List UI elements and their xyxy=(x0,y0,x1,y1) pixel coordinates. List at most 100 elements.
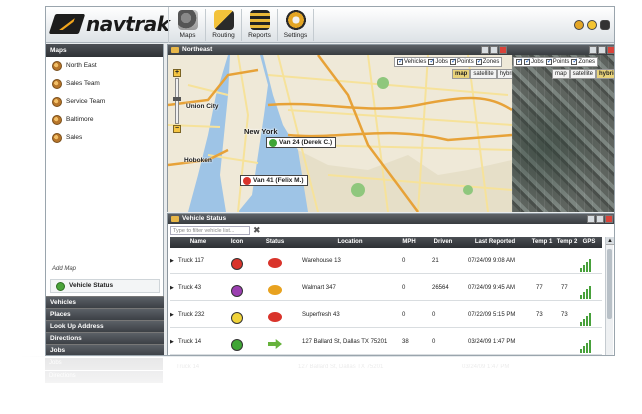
routing-icon xyxy=(213,10,234,30)
map-type-satellite[interactable]: satellite xyxy=(470,69,497,79)
zoom-in-button[interactable]: + xyxy=(173,69,181,77)
table-row[interactable]: ▶ Truck 232 Superfresh 43 0 0 07/22/09 5:15 P… xyxy=(170,302,602,328)
column-mph[interactable]: MPH xyxy=(396,239,422,245)
clear-filter-icon[interactable]: ✖ xyxy=(253,225,261,236)
temp1-cell: 73 xyxy=(536,312,543,318)
sidebar-section-directions[interactable]: Directions xyxy=(46,332,164,344)
gps-bar xyxy=(580,349,582,353)
minimize-icon[interactable] xyxy=(587,215,595,223)
sidebar-header[interactable]: Maps xyxy=(46,44,163,57)
expand-arrow-icon[interactable]: ▶ xyxy=(170,258,174,264)
minimize-icon[interactable] xyxy=(589,46,597,54)
sidebar: Maps North East Sales Team Service Team … xyxy=(46,44,164,355)
map-item-label: North East xyxy=(66,62,97,69)
sat-type-map[interactable]: map xyxy=(552,69,570,79)
help-icon[interactable] xyxy=(587,20,597,30)
gps-signal-icon xyxy=(580,339,592,353)
sat-toggle-zones[interactable]: Zones xyxy=(571,57,595,65)
toggle-jobs[interactable]: Jobs xyxy=(428,57,448,65)
vehicle-status-view-item[interactable]: Vehicle Status xyxy=(50,279,160,293)
maximize-icon[interactable] xyxy=(490,46,498,54)
close-icon[interactable] xyxy=(605,215,613,223)
vehicle-name-cell[interactable]: Truck 232 xyxy=(178,312,204,318)
vehicle-name-cell[interactable]: Truck 14 xyxy=(178,339,201,345)
column-icon[interactable]: Icon xyxy=(222,239,252,245)
close-icon[interactable] xyxy=(499,46,507,54)
table-row[interactable]: ▶ Truck 43 Walmart 347 0 26564 07/24/09 9:45 … xyxy=(170,275,602,301)
nav-reports-label: Reports xyxy=(248,32,271,39)
sidebar-section-places[interactable]: Places xyxy=(46,308,164,320)
folder-icon xyxy=(171,216,179,222)
maximize-icon[interactable] xyxy=(596,215,604,223)
column-gps[interactable]: GPS xyxy=(580,239,598,245)
expand-arrow-icon[interactable]: ▶ xyxy=(170,285,174,291)
toggle-vehicles[interactable]: Vehicles xyxy=(397,57,426,65)
vehicle-grid-scrollbar[interactable]: ▲ xyxy=(605,237,614,355)
last-reported-cell: 07/22/09 5:15 PM xyxy=(468,312,516,318)
user-icon[interactable] xyxy=(600,20,610,30)
temp2-cell: 77 xyxy=(561,285,568,291)
scroll-thumb[interactable] xyxy=(607,249,612,319)
nav-maps-label: Maps xyxy=(179,32,196,39)
nav-reports-button[interactable]: Reports xyxy=(242,9,278,41)
sat-type-satellite[interactable]: satellite xyxy=(569,69,597,79)
vehicle-marker-van-41[interactable]: Van 41 (Felix M.) xyxy=(240,175,308,186)
satellite-layer-toggles: Jobs Points Zones xyxy=(513,57,599,67)
map-globe-icon xyxy=(52,97,62,107)
vehicle-filter-input[interactable]: Type to filter vehicle list... xyxy=(170,226,250,235)
zoom-slider-thumb[interactable] xyxy=(173,97,181,101)
nav-maps-button[interactable]: Maps xyxy=(170,9,206,41)
table-row[interactable]: ▶ Truck 14 127 Ballard St, Dallas TX 75201… xyxy=(170,329,602,355)
nav-routing-button[interactable]: Routing xyxy=(206,9,242,41)
zoom-slider[interactable] xyxy=(173,78,181,124)
expand-arrow-icon[interactable]: ▶ xyxy=(170,312,174,318)
reports-icon xyxy=(249,10,270,30)
vehicle-name-cell[interactable]: Truck 43 xyxy=(178,285,201,291)
vehicle-icon xyxy=(231,258,243,270)
close-icon[interactable] xyxy=(607,46,614,54)
column-driven[interactable]: Driven xyxy=(426,239,460,245)
column-location[interactable]: Location xyxy=(300,239,400,245)
toggle-label: Points xyxy=(457,59,474,65)
add-map-link[interactable]: Add Map xyxy=(52,266,76,272)
sat-type-hybrid[interactable]: hybrid xyxy=(596,69,614,79)
satellite-type-selector: map satellite hybrid xyxy=(552,69,614,79)
sidebar-map-service-team[interactable]: Service Team xyxy=(46,93,163,111)
sat-toggle-vehicles[interactable] xyxy=(516,57,523,65)
table-row[interactable]: ▶ Truck 117 Warehouse 13 0 21 07/24/09 9:08 A… xyxy=(170,248,602,274)
map-globe-icon xyxy=(52,79,62,89)
column-status[interactable]: Status xyxy=(258,239,292,245)
sidebar-section-look-up-address[interactable]: Look Up Address xyxy=(46,320,164,332)
column-last-reported[interactable]: Last Reported xyxy=(462,239,528,245)
sidebar-section-vehicles[interactable]: Vehicles xyxy=(46,296,164,308)
gps-signal-icon xyxy=(580,258,592,272)
map-window-title: Northeast xyxy=(182,46,213,53)
location-cell: 127 Ballard St, Dallas TX 75201 xyxy=(302,339,388,345)
minimize-icon[interactable] xyxy=(481,46,489,54)
sidebar-map-sales[interactable]: Sales xyxy=(46,129,163,147)
sat-toggle-jobs[interactable]: Jobs xyxy=(524,57,544,65)
sidebar-map-baltimore[interactable]: Baltimore xyxy=(46,111,163,129)
sat-toggle-points[interactable]: Points xyxy=(545,57,569,65)
vehicle-marker-van-24[interactable]: Van 24 (Derek C.) xyxy=(266,137,337,148)
column-temp-1[interactable]: Temp 1 xyxy=(530,239,554,245)
toggle-label: Zones xyxy=(482,59,500,65)
toggle-points[interactable]: Points xyxy=(450,57,474,65)
zoom-out-button[interactable]: − xyxy=(173,125,181,133)
alert-icon[interactable] xyxy=(574,20,584,30)
sidebar-section-jobs[interactable]: Jobs xyxy=(46,344,164,355)
sidebar-map-north-east[interactable]: North East xyxy=(46,57,163,75)
scroll-up-icon[interactable]: ▲ xyxy=(606,237,614,245)
maximize-icon[interactable] xyxy=(598,46,606,54)
column-temp-2[interactable]: Temp 2 xyxy=(555,239,579,245)
map-type-map[interactable]: map xyxy=(452,69,471,79)
expand-arrow-icon[interactable]: ▶ xyxy=(170,339,174,345)
vehicle-name-cell[interactable]: Truck 117 xyxy=(178,258,204,264)
toggle-zones[interactable]: Zones xyxy=(475,57,500,65)
sidebar-map-sales-team[interactable]: Sales Team xyxy=(46,75,163,93)
nav-settings-button[interactable]: Settings xyxy=(278,9,314,41)
location-cell: Superfresh 43 xyxy=(302,312,340,318)
navtrak-logo[interactable]: navtrak xyxy=(48,12,170,36)
column-name[interactable]: Name xyxy=(178,239,218,245)
mph-cell: 38 xyxy=(402,339,409,345)
